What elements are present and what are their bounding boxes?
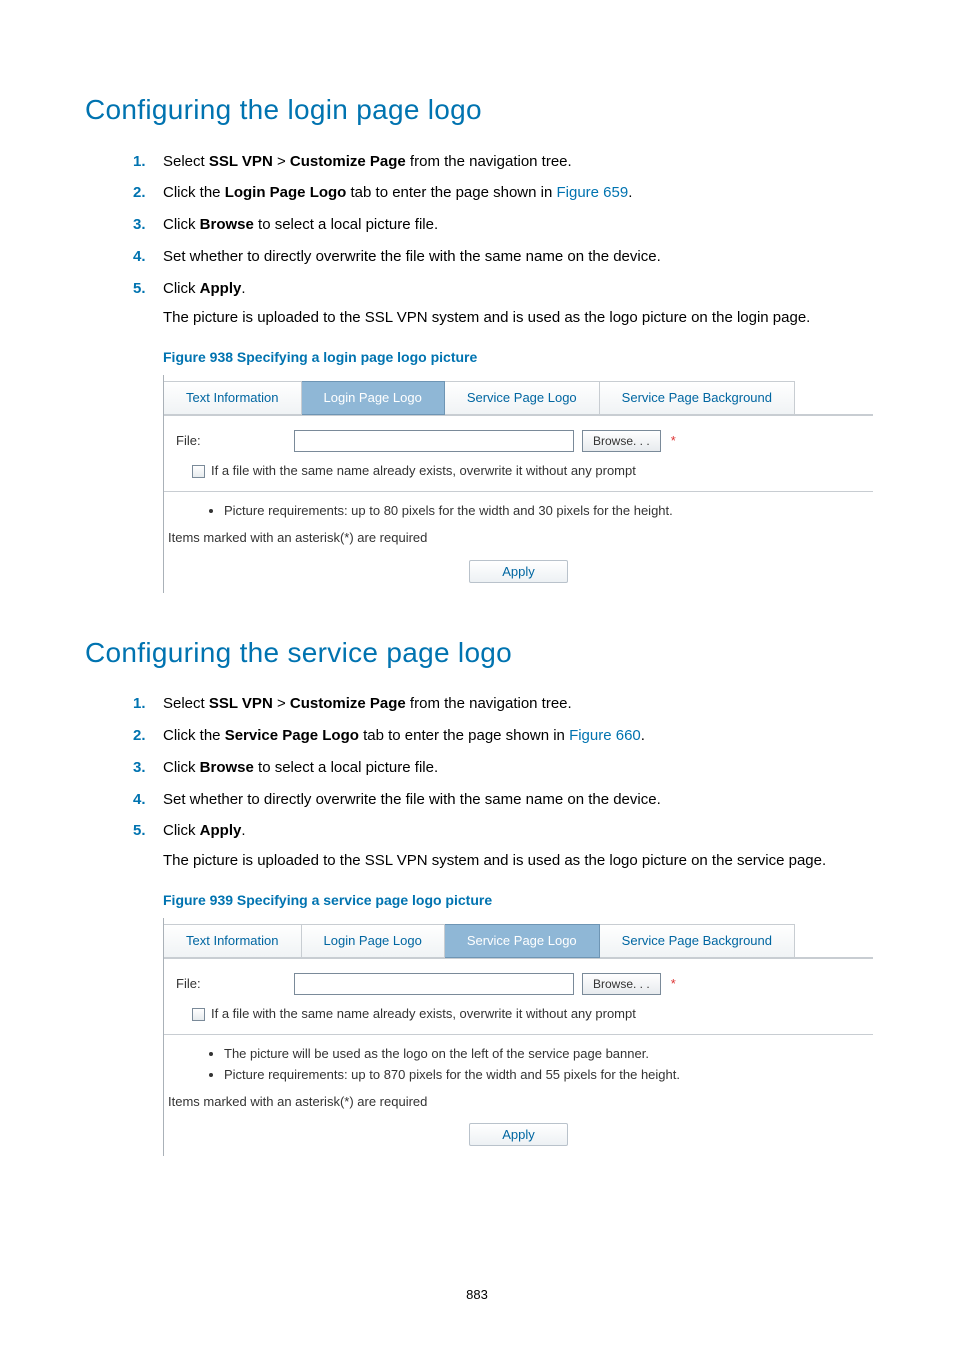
browse-button[interactable]: Browse. . . [582, 430, 661, 452]
tab-bar: Text Information Login Page Logo Service… [164, 918, 873, 959]
text: tab to enter the page shown in [359, 727, 569, 744]
overwrite-checkbox[interactable] [192, 1008, 205, 1021]
browse-button[interactable]: Browse. . . [582, 973, 661, 995]
step-5-sub: The picture is uploaded to the SSL VPN s… [163, 850, 869, 872]
tab-bar: Text Information Login Page Logo Service… [164, 375, 873, 416]
tab-service-page-logo[interactable]: Service Page Logo [445, 381, 600, 415]
tab-login-page-logo[interactable]: Login Page Logo [302, 924, 445, 958]
step-1: Select SSL VPN > Customize Page from the… [163, 693, 869, 715]
step-2: Click the Service Page Logo tab to enter… [163, 725, 869, 747]
tab-spacer [795, 381, 873, 415]
file-label: File: [176, 975, 286, 994]
required-note: Items marked with an asterisk(*) are req… [164, 1093, 873, 1118]
bold: Service Page Logo [225, 727, 359, 744]
text: > [273, 153, 290, 170]
requirements-list: The picture will be used as the logo on … [164, 1035, 873, 1093]
tab-service-page-logo[interactable]: Service Page Logo [445, 924, 600, 958]
step-4: Set whether to directly overwrite the fi… [163, 246, 869, 268]
step-4: Set whether to directly overwrite the fi… [163, 789, 869, 811]
text: . [628, 184, 632, 201]
text: Click the [163, 184, 225, 201]
bold: Customize Page [290, 695, 406, 712]
required-note: Items marked with an asterisk(*) are req… [164, 529, 873, 554]
file-row: File: Browse. . . * [164, 416, 873, 462]
steps-login-logo: Select SSL VPN > Customize Page from the… [85, 151, 869, 330]
ui-login-logo: Text Information Login Page Logo Service… [163, 375, 873, 592]
text: Click [163, 822, 200, 839]
figure-caption-938: Figure 938 Specifying a login page logo … [163, 347, 869, 367]
requirement-item: The picture will be used as the logo on … [224, 1045, 861, 1064]
tab-service-page-background[interactable]: Service Page Background [600, 381, 795, 415]
requirement-item: Picture requirements: up to 870 pixels f… [224, 1066, 861, 1085]
apply-row: Apply [164, 554, 873, 593]
text: Click [163, 759, 200, 776]
step-5: Click Apply. The picture is uploaded to … [163, 820, 869, 872]
bold: Apply [200, 822, 242, 839]
tab-service-page-background[interactable]: Service Page Background [600, 924, 795, 958]
required-asterisk: * [671, 975, 676, 994]
apply-button[interactable]: Apply [469, 1123, 568, 1146]
overwrite-label: If a file with the same name already exi… [211, 462, 636, 481]
tab-text-information[interactable]: Text Information [164, 381, 302, 415]
overwrite-label: If a file with the same name already exi… [211, 1005, 636, 1024]
heading-service-logo: Configuring the service page logo [85, 633, 869, 674]
bold: SSL VPN [209, 153, 273, 170]
overwrite-row: If a file with the same name already exi… [164, 1005, 873, 1034]
steps-service-logo: Select SSL VPN > Customize Page from the… [85, 693, 869, 872]
text: . [241, 822, 245, 839]
text: Click [163, 280, 200, 297]
bold: SSL VPN [209, 695, 273, 712]
requirement-item: Picture requirements: up to 80 pixels fo… [224, 502, 861, 521]
bold: Browse [200, 759, 254, 776]
text: > [273, 695, 290, 712]
step-3: Click Browse to select a local picture f… [163, 214, 869, 236]
text: . [641, 727, 645, 744]
text: Click the [163, 727, 225, 744]
bold: Apply [200, 280, 242, 297]
step-5-sub: The picture is uploaded to the SSL VPN s… [163, 307, 869, 329]
figure-caption-939: Figure 939 Specifying a service page log… [163, 890, 869, 910]
tab-spacer [795, 924, 873, 958]
overwrite-checkbox[interactable] [192, 465, 205, 478]
text: Select [163, 153, 209, 170]
file-label: File: [176, 432, 286, 451]
apply-button[interactable]: Apply [469, 560, 568, 583]
apply-row: Apply [164, 1117, 873, 1156]
text: Select [163, 695, 209, 712]
file-row: File: Browse. . . * [164, 959, 873, 1005]
text: to select a local picture file. [254, 759, 438, 776]
figure-link-659[interactable]: Figure 659 [557, 184, 629, 201]
text: Click [163, 216, 200, 233]
tab-text-information[interactable]: Text Information [164, 924, 302, 958]
text: tab to enter the page shown in [346, 184, 556, 201]
step-1: Select SSL VPN > Customize Page from the… [163, 151, 869, 173]
bold: Login Page Logo [225, 184, 347, 201]
text: to select a local picture file. [254, 216, 438, 233]
figure-link-660[interactable]: Figure 660 [569, 727, 641, 744]
requirements-list: Picture requirements: up to 80 pixels fo… [164, 492, 873, 529]
step-3: Click Browse to select a local picture f… [163, 757, 869, 779]
bold: Browse [200, 216, 254, 233]
text: from the navigation tree. [406, 695, 572, 712]
step-2: Click the Login Page Logo tab to enter t… [163, 182, 869, 204]
required-asterisk: * [671, 432, 676, 451]
step-5: Click Apply. The picture is uploaded to … [163, 278, 869, 330]
heading-login-logo: Configuring the login page logo [85, 90, 869, 131]
tab-login-page-logo[interactable]: Login Page Logo [302, 381, 445, 415]
ui-service-logo: Text Information Login Page Logo Service… [163, 918, 873, 1156]
file-input[interactable] [294, 973, 574, 995]
text: . [241, 280, 245, 297]
overwrite-row: If a file with the same name already exi… [164, 462, 873, 491]
bold: Customize Page [290, 153, 406, 170]
file-input[interactable] [294, 430, 574, 452]
text: from the navigation tree. [406, 153, 572, 170]
